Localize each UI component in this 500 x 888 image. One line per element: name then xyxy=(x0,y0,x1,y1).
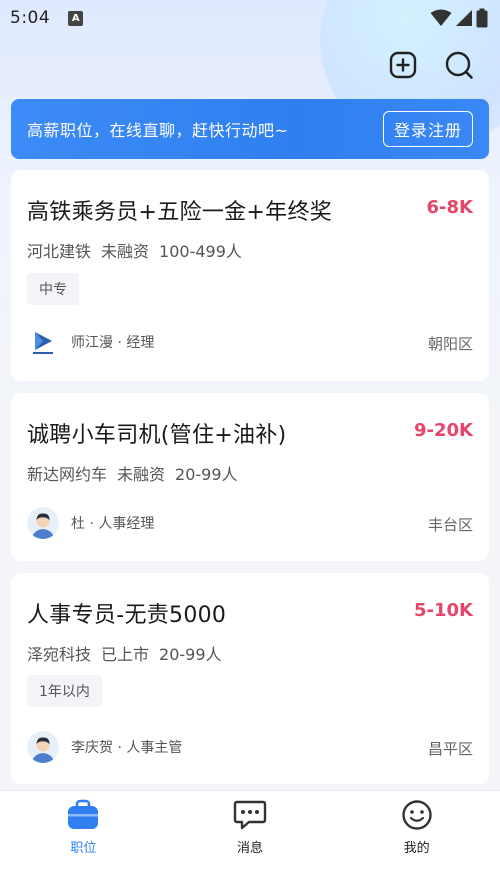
job-card[interactable]: 诚聘小车司机(管住+油补) 9-20K 新达网约车 未融资 20-99人 杜 ·… xyxy=(11,393,489,561)
battery-icon xyxy=(476,8,488,28)
job-salary: 6-8K xyxy=(426,197,473,218)
job-tag: 中专 xyxy=(27,273,79,305)
job-salary: 9-20K xyxy=(414,420,473,441)
company-funding: 未融资 xyxy=(117,465,166,484)
company-logo xyxy=(27,326,59,358)
tab-label: 职位 xyxy=(70,841,97,856)
job-title: 人事专员-无责5000 xyxy=(27,603,227,628)
top-actions xyxy=(386,48,476,82)
bottom-tab-bar: 职位 消息 我的 xyxy=(0,790,500,888)
tab-label: 消息 xyxy=(237,841,264,856)
status-bar: 5:04 A xyxy=(0,0,500,36)
job-card[interactable]: 高铁乘务员+五险一金+年终奖 6-8K 河北建铁 未融资 100-499人 中专… xyxy=(11,170,489,381)
tab-messages[interactable]: 消息 xyxy=(167,791,334,888)
job-tag: 1年以内 xyxy=(27,675,102,707)
login-register-button[interactable]: 登录注册 xyxy=(382,111,473,147)
job-title: 诚聘小车司机(管住+油补) xyxy=(27,423,287,448)
company-name: 新达网约车 xyxy=(27,465,108,484)
job-company-info: 河北建铁 未融资 100-499人 xyxy=(27,238,242,262)
status-time: 5:04 xyxy=(10,8,51,28)
login-banner: 高薪职位，在线直聊，赶快行动吧~ 登录注册 xyxy=(11,99,489,159)
briefcase-icon xyxy=(68,799,99,829)
recruiter-info: 李庆贺 · 人事主管 xyxy=(27,731,182,763)
job-district: 昌平区 xyxy=(427,740,473,758)
add-icon xyxy=(389,51,417,79)
job-salary: 5-10K xyxy=(414,600,473,621)
company-size: 100-499人 xyxy=(159,242,242,261)
job-district: 丰台区 xyxy=(427,516,473,534)
signal-icon xyxy=(456,10,472,26)
company-funding: 已上市 xyxy=(101,645,150,664)
recruiter-name: 李庆贺 · 人事主管 xyxy=(71,740,183,756)
company-funding: 未融资 xyxy=(101,242,150,261)
add-button[interactable] xyxy=(386,48,420,82)
wifi-icon xyxy=(430,9,452,26)
avatar xyxy=(27,731,59,763)
recruiter-info: 杜 · 人事经理 xyxy=(27,507,154,539)
job-card[interactable]: 人事专员-无责5000 5-10K 泽宛科技 已上市 20-99人 1年以内 李… xyxy=(11,573,489,784)
status-icons xyxy=(430,8,488,28)
company-name: 泽宛科技 xyxy=(27,645,92,664)
recruiter-name: 杜 · 人事经理 xyxy=(71,516,155,532)
job-company-info: 泽宛科技 已上市 20-99人 xyxy=(27,641,222,665)
notification-icon: A xyxy=(68,10,84,26)
job-title: 高铁乘务员+五险一金+年终奖 xyxy=(27,200,333,225)
banner-text: 高薪职位，在线直聊，赶快行动吧~ xyxy=(27,121,289,140)
avatar xyxy=(27,507,59,539)
smile-icon xyxy=(401,800,432,830)
recruiter-name: 师江漫 · 经理 xyxy=(71,335,155,351)
tab-label: 我的 xyxy=(403,841,430,856)
recruiter-info: 师江漫 · 经理 xyxy=(27,326,154,358)
search-icon xyxy=(445,51,473,79)
job-district: 朝阳区 xyxy=(427,335,473,353)
company-size: 20-99人 xyxy=(159,645,222,664)
tab-jobs[interactable]: 职位 xyxy=(0,791,167,888)
search-button[interactable] xyxy=(442,48,476,82)
tab-profile[interactable]: 我的 xyxy=(333,791,500,888)
job-company-info: 新达网约车 未融资 20-99人 xyxy=(27,461,238,485)
chat-icon xyxy=(233,800,267,830)
company-name: 河北建铁 xyxy=(27,242,92,261)
company-size: 20-99人 xyxy=(175,465,238,484)
